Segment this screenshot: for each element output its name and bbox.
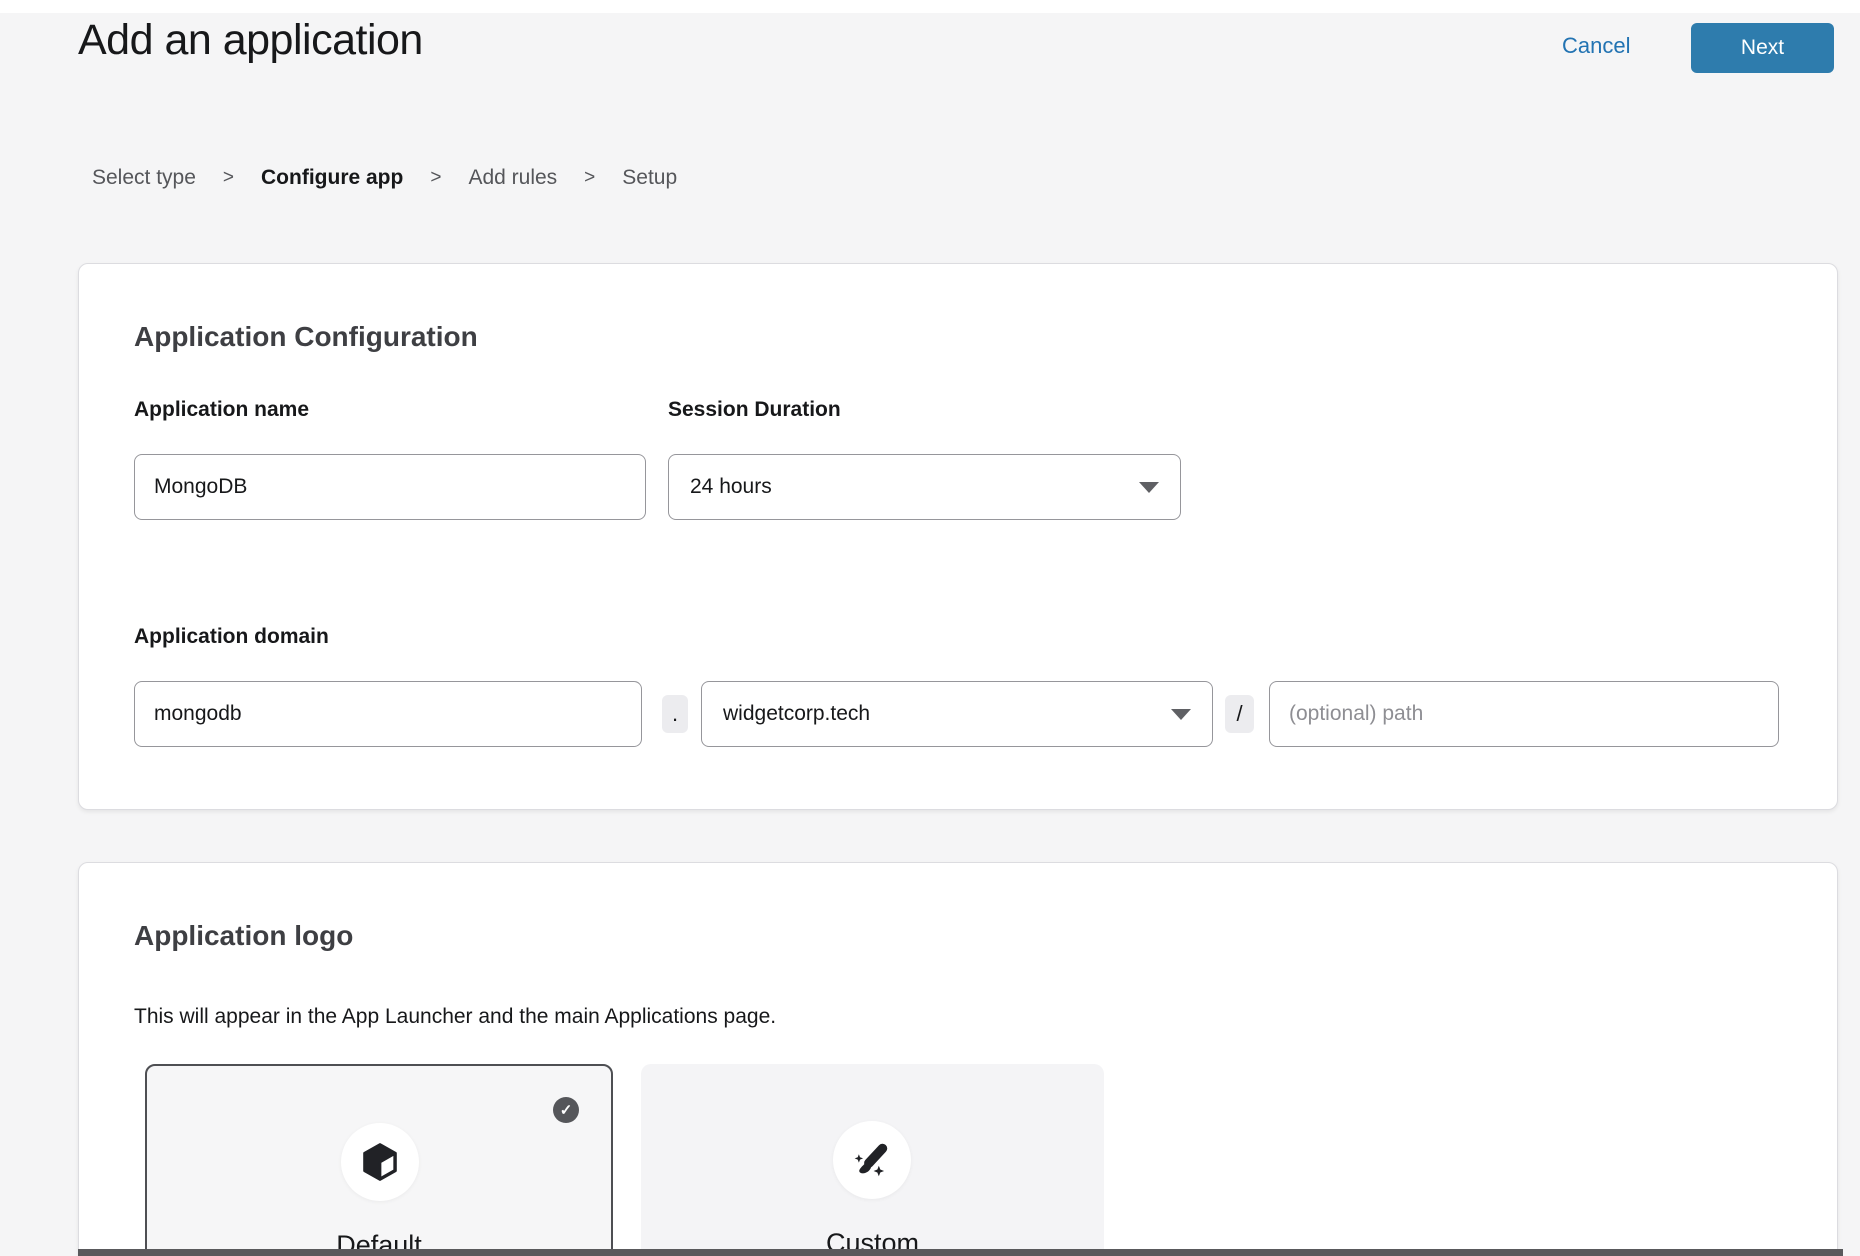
slash-separator: / [1225,695,1254,733]
breadcrumb-step-setup[interactable]: Setup [622,166,677,190]
cube-icon [359,1141,401,1183]
session-duration-select[interactable]: 24 hours [668,454,1181,520]
application-name-input[interactable] [134,454,646,520]
application-configuration-card: Application Configuration Application na… [78,263,1838,810]
header-strip [0,0,1860,13]
session-duration-label: Session Duration [668,398,841,422]
domain-value: widgetcorp.tech [723,702,870,726]
application-configuration-heading: Application Configuration [134,321,478,353]
session-duration-value: 24 hours [690,475,772,499]
logo-option-custom[interactable]: Custom [641,1064,1104,1256]
subdomain-input[interactable] [134,681,642,747]
domain-select[interactable]: widgetcorp.tech [701,681,1213,747]
paintbrush-icon [851,1139,893,1181]
breadcrumb-step-configure-app[interactable]: Configure app [261,166,403,190]
cancel-button[interactable]: Cancel [1562,33,1630,59]
page-title: Add an application [78,16,423,65]
dot-separator: . [662,695,688,733]
custom-logo-circle [833,1121,911,1199]
horizontal-scrollbar[interactable] [78,1249,1843,1256]
chevron-down-icon [1139,482,1159,493]
breadcrumb-separator: > [584,167,595,189]
path-input[interactable] [1269,681,1779,747]
default-logo-circle [341,1123,419,1201]
breadcrumb-step-select-type[interactable]: Select type [92,166,196,190]
application-name-label: Application name [134,398,309,422]
breadcrumb-separator: > [430,167,441,189]
breadcrumb-separator: > [223,167,234,189]
application-logo-heading: Application logo [134,920,353,952]
application-logo-card: Application logo This will appear in the… [78,862,1838,1256]
logo-option-default[interactable]: ✓ Default [145,1064,613,1256]
selected-check-icon: ✓ [553,1097,579,1123]
breadcrumb-step-add-rules[interactable]: Add rules [468,166,557,190]
application-domain-label: Application domain [134,625,329,649]
chevron-down-icon [1171,709,1191,720]
next-button[interactable]: Next [1691,23,1834,73]
application-logo-description: This will appear in the App Launcher and… [134,1005,776,1029]
breadcrumb: Select type > Configure app > Add rules … [92,166,677,190]
page: Add an application Cancel Next Select ty… [0,0,1860,1256]
